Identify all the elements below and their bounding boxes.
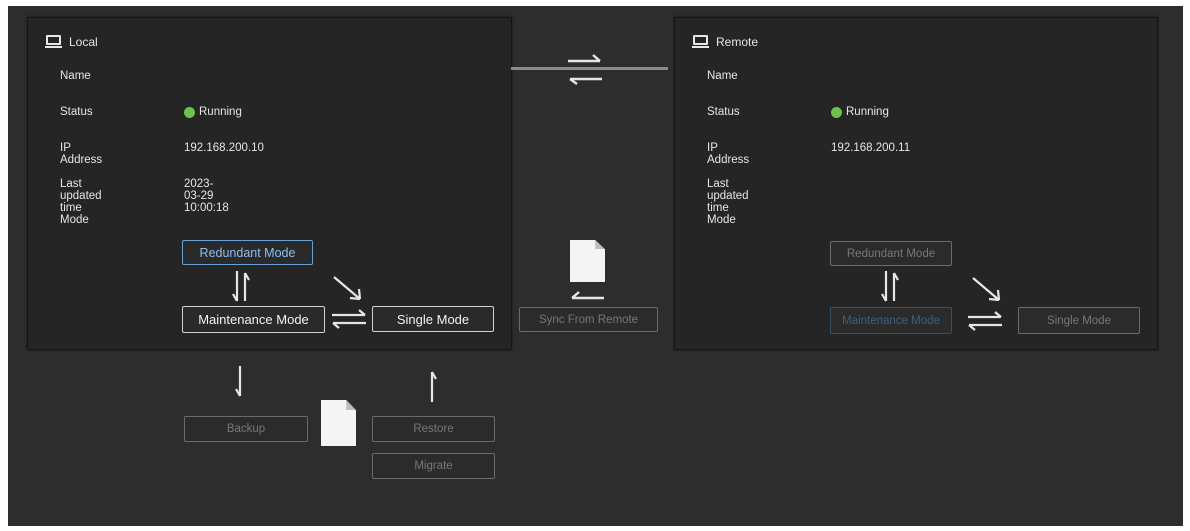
swap-arrows-icon [968, 311, 1002, 331]
status-running-icon [831, 106, 842, 118]
remote-maintenance-mode-button[interactable]: Maintenance Mode [830, 307, 952, 334]
field-label: Mode [60, 214, 89, 226]
local-title: Local [69, 35, 98, 49]
app-window: Local Name Status Running IP Address 192… [8, 6, 1183, 526]
restore-button[interactable]: Restore [372, 416, 495, 442]
arrow-down-right-icon [333, 276, 362, 301]
field-label: Status [60, 106, 93, 118]
field-label: IP Address [60, 142, 103, 166]
field-label: Name [707, 70, 738, 82]
remote-header: Remote [692, 35, 758, 49]
remote-panel: Remote Name Status Running IP Address 19… [674, 17, 1158, 350]
status-running-icon [184, 106, 195, 118]
remote-single-mode-button[interactable]: Single Mode [1018, 307, 1140, 334]
center-divider [511, 67, 668, 70]
ip-value: 192.168.200.11 [831, 142, 911, 154]
local-redundant-mode-button[interactable]: Redundant Mode [182, 240, 313, 265]
field-label: Status [707, 106, 740, 118]
monitor-icon [692, 35, 709, 49]
field-label: Name [60, 70, 91, 82]
remote-redundant-mode-button[interactable]: Redundant Mode [830, 241, 952, 266]
field-label: Mode [707, 214, 736, 226]
local-maintenance-mode-button[interactable]: Maintenance Mode [182, 306, 325, 333]
swap-arrows-icon [332, 309, 366, 329]
up-down-arrows-icon [881, 271, 899, 302]
status-value: Running [831, 106, 889, 118]
field-label: IP Address [707, 142, 750, 166]
field-label: Last updated time [707, 178, 749, 214]
arrow-down-right-icon [972, 277, 1001, 302]
document-icon [321, 400, 356, 446]
ip-value: 192.168.200.10 [184, 142, 264, 154]
remote-title: Remote [716, 35, 759, 49]
migrate-button[interactable]: Migrate [372, 453, 495, 479]
status-text: Running [846, 106, 889, 118]
status-value: Running [184, 106, 242, 118]
swap-arrows-icon [568, 54, 602, 85]
arrow-left-icon [571, 291, 604, 300]
updated-value: 2023-03-29 10:00:18 [184, 178, 229, 214]
up-down-arrows-icon [232, 271, 250, 302]
sync-from-remote-button[interactable]: Sync From Remote [519, 307, 658, 332]
arrow-down-icon [235, 366, 242, 397]
local-single-mode-button[interactable]: Single Mode [372, 306, 494, 332]
monitor-icon [45, 35, 62, 49]
status-text: Running [199, 106, 242, 118]
backup-button[interactable]: Backup [184, 416, 308, 442]
field-label: Last updated time [60, 178, 102, 214]
arrow-up-icon [430, 371, 437, 402]
local-panel: Local Name Status Running IP Address 192… [27, 17, 512, 350]
document-icon [570, 240, 605, 282]
local-header: Local [45, 35, 98, 49]
